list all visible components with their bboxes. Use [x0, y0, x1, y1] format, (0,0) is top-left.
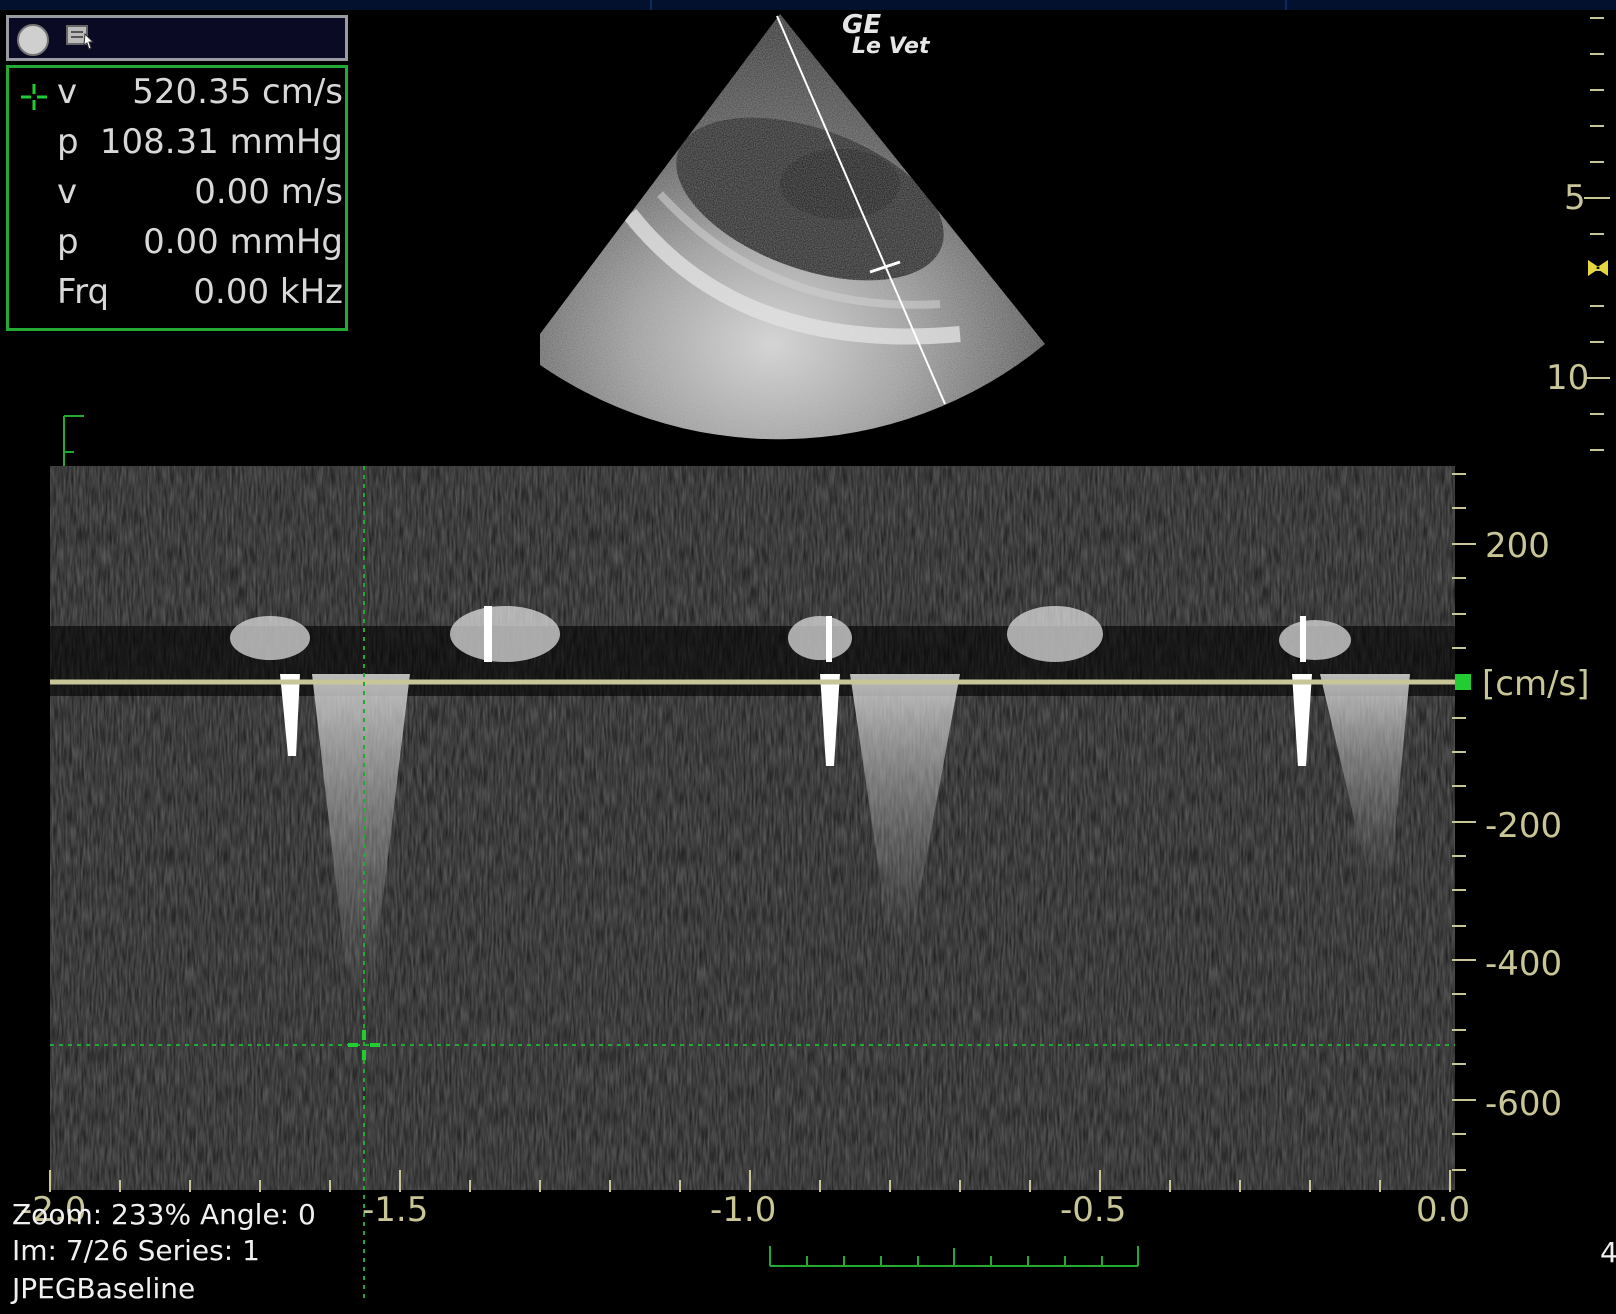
- top-bar-divider: [650, 0, 652, 10]
- echo-sector-image[interactable]: [540, 14, 1080, 454]
- measurement-label: p: [57, 222, 79, 262]
- crosshair-icon: [21, 84, 47, 110]
- velocity-label: -600: [1485, 1084, 1563, 1124]
- viewer-toolbar: [6, 15, 348, 61]
- record-circle-icon[interactable]: [17, 24, 49, 56]
- velocity-label: 200: [1485, 526, 1550, 566]
- time-label: -0.5: [1060, 1190, 1127, 1230]
- measurement-value: 0.00 kHz: [193, 272, 343, 312]
- velocity-unit: [cm/s]: [1482, 664, 1590, 704]
- time-label: -1.0: [710, 1190, 777, 1230]
- measurement-value: 0.00 m/s: [194, 172, 343, 212]
- image-select-icon[interactable]: [65, 24, 95, 50]
- zoom-status: Zoom: 233% Angle: 0: [12, 1198, 316, 1231]
- time-label: -1.5: [362, 1190, 429, 1230]
- doppler-spectrum[interactable]: [50, 466, 1455, 1190]
- time-label: 0.0: [1416, 1190, 1471, 1230]
- measurement-row: p 108.31 mmHg: [9, 118, 345, 168]
- measurement-value: 108.31 mmHg: [99, 122, 343, 162]
- measurement-value: 0.00 mmHg: [143, 222, 343, 262]
- measurement-row: v 520.35 cm/s: [9, 68, 345, 118]
- measurement-label: v: [57, 72, 78, 112]
- image-status: Im: 7/26 Series: 1: [12, 1234, 260, 1267]
- time-cursor-bracket: [769, 1246, 1139, 1267]
- measurement-row: v 0.00 m/s: [9, 168, 345, 218]
- measurement-row: Frq 0.00 kHz: [9, 268, 345, 318]
- depth-label: 5: [1564, 178, 1586, 218]
- edge-number: 4: [1600, 1236, 1616, 1269]
- focus-marker-icon: [1588, 260, 1608, 276]
- top-bar: [0, 0, 1616, 10]
- measurement-panel: v 520.35 cm/s p 108.31 mmHg v 0.00 m/s p…: [6, 65, 348, 331]
- measurement-label: p: [57, 122, 79, 162]
- velocity-label: -400: [1485, 944, 1563, 984]
- measurement-label: v: [57, 172, 78, 212]
- measurement-label: Frq: [57, 272, 110, 312]
- measurement-row: p 0.00 mmHg: [9, 218, 345, 268]
- top-bar-divider: [1285, 0, 1287, 10]
- measurement-value: 520.35 cm/s: [132, 72, 343, 112]
- depth-label: 10: [1546, 358, 1590, 398]
- format-status: JPEGBaseline: [12, 1272, 196, 1305]
- velocity-label: -200: [1485, 806, 1563, 846]
- baseline-handle: [1455, 674, 1471, 690]
